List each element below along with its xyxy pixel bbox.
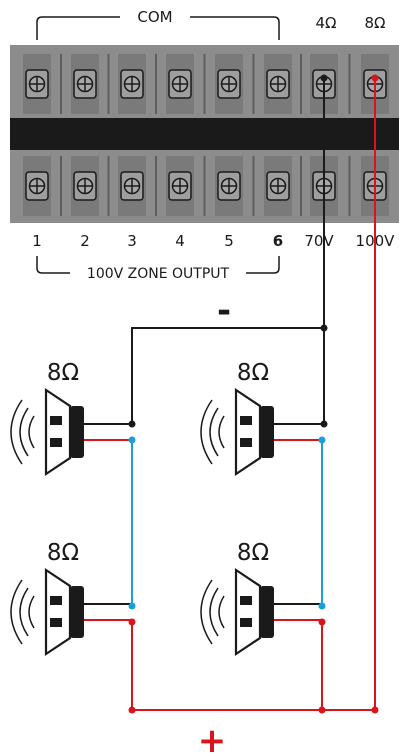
junction-dot (318, 706, 326, 714)
junction-dot (128, 602, 136, 610)
terminal-divider-bar (10, 118, 399, 150)
speaker-impedance-label: 8Ω (47, 360, 79, 386)
speaker: 8Ω (10, 360, 132, 477)
speaker-icon (10, 567, 132, 657)
junction-dot (318, 602, 326, 610)
junction-dot (371, 74, 379, 82)
speaker-wiring-diagram: COM 4Ω 8Ω 1 2 3 4 5 6 70V 100V 100V ZONE OUTPUT… (10, 8, 399, 754)
speaker: 8Ω (200, 360, 322, 477)
negative-symbol: - (217, 291, 231, 331)
terminal-screw-icon (71, 156, 99, 216)
terminal-label: 1 (32, 232, 42, 250)
junction-dot (128, 706, 136, 714)
positive-symbol: + (198, 721, 227, 754)
terminal-screw-icon (264, 54, 292, 114)
speaker-icon (10, 387, 132, 477)
terminal-screw-icon (23, 156, 51, 216)
terminal-screw-icon (118, 156, 146, 216)
zone-output-label: 100V ZONE OUTPUT (87, 266, 230, 282)
speaker-impedance-label: 8Ω (237, 360, 269, 386)
terminal-label: 4 (175, 232, 185, 250)
speaker-impedance-label: 8Ω (47, 540, 79, 566)
terminal-label: 6 (273, 232, 283, 250)
speaker: 8Ω (200, 540, 322, 657)
speakers: 8Ω 8Ω 8Ω 8Ω (10, 360, 322, 657)
junction-dot (128, 618, 136, 626)
terminal-labels: 1 2 3 4 5 6 70V 100V (32, 232, 395, 250)
speaker-icon (200, 387, 322, 477)
terminal-screw-icon (71, 54, 99, 114)
junction-dot (128, 420, 136, 428)
junction-dot (320, 324, 328, 332)
terminal-screw-icon (215, 156, 243, 216)
com-label: COM (137, 8, 172, 26)
terminal-screw-icon (166, 54, 194, 114)
terminal-label: 3 (127, 232, 137, 250)
junction-dot (318, 436, 326, 444)
junction-dot (371, 706, 379, 714)
terminal-label: 70V (304, 232, 334, 250)
junction-dot (320, 74, 328, 82)
terminal-screw-icon (215, 54, 243, 114)
junction-dot (320, 420, 328, 428)
positive-wire-bottom (131, 622, 375, 711)
terminal-screw-icon (118, 54, 146, 114)
terminal-screw-icon (166, 156, 194, 216)
ohm-8-label: 8Ω (364, 14, 385, 32)
negative-wire-left (131, 327, 324, 424)
junction-dot (318, 618, 326, 626)
terminal-screw-icon (23, 54, 51, 114)
terminal-block (10, 45, 399, 223)
speaker-icon (200, 567, 322, 657)
speaker-impedance-label: 8Ω (237, 540, 269, 566)
speaker: 8Ω (10, 540, 132, 657)
terminal-screw-icon (264, 156, 292, 216)
bridge-wiring (131, 440, 323, 606)
junction-dot (128, 436, 136, 444)
terminal-label: 2 (80, 232, 90, 250)
ohm-4-label: 4Ω (315, 14, 336, 32)
terminal-label: 5 (224, 232, 234, 250)
